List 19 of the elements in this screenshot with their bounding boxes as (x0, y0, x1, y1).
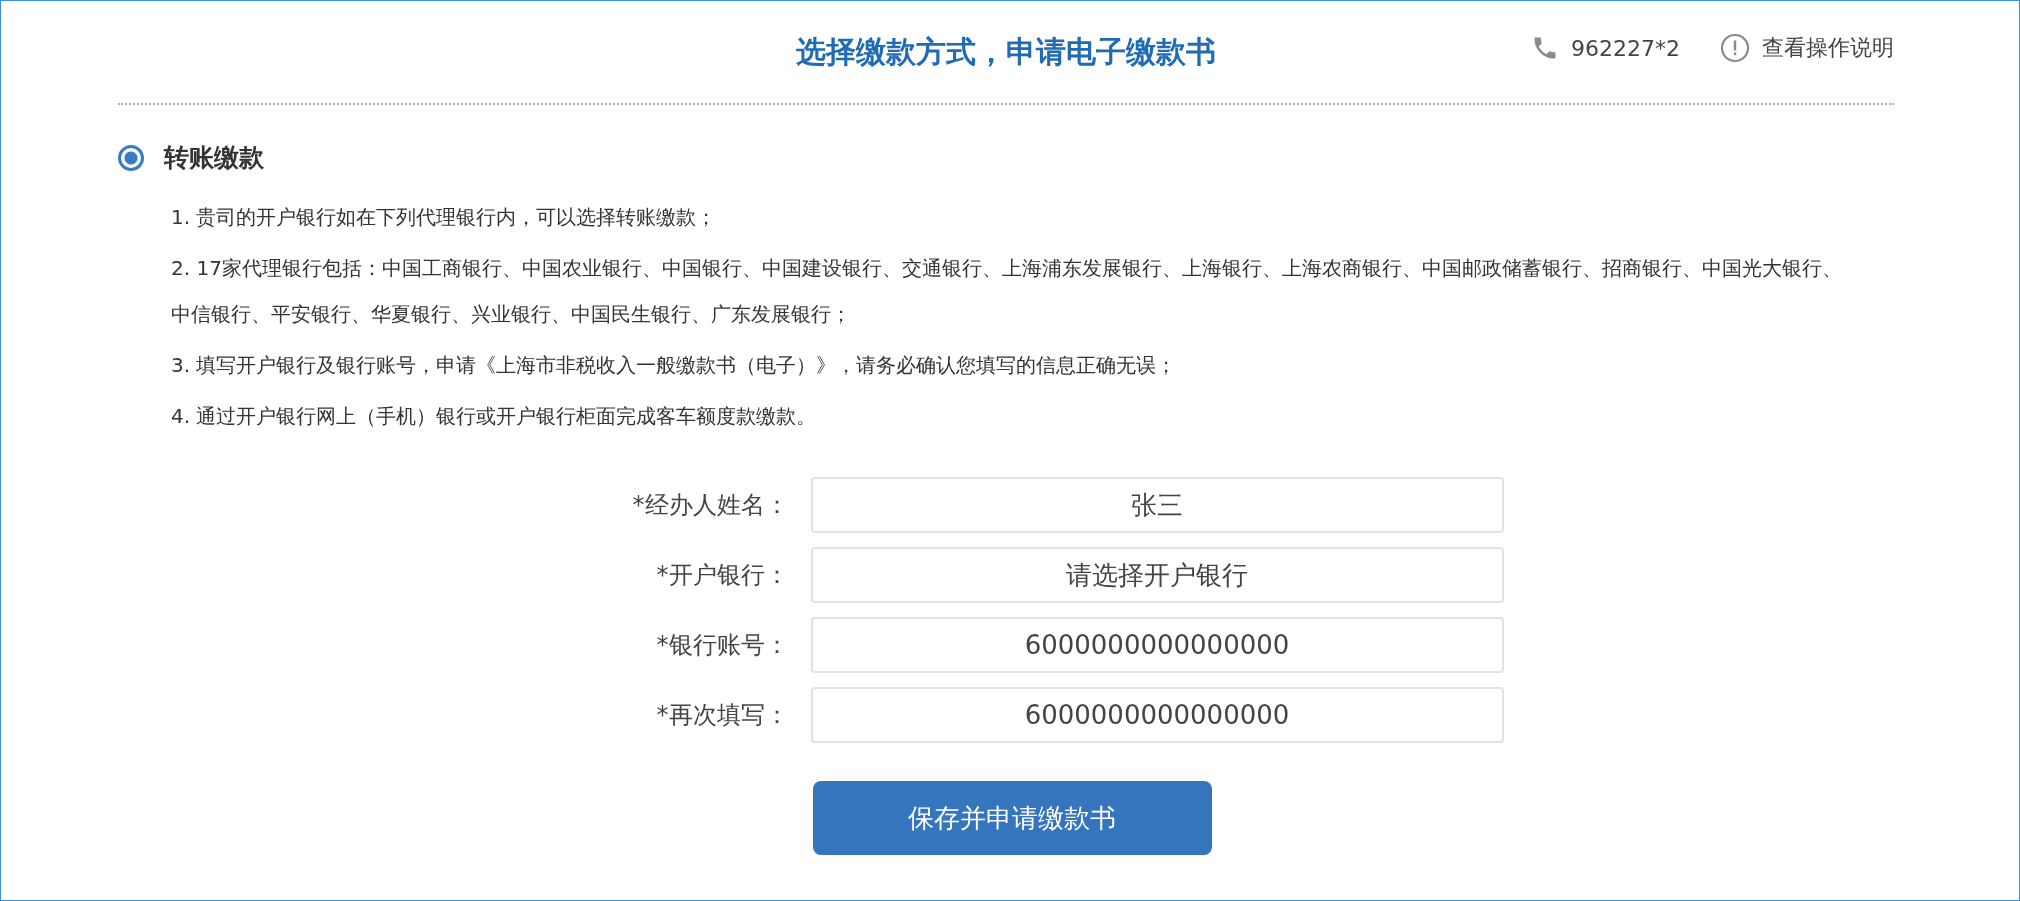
radio-button[interactable] (118, 144, 144, 171)
info-icon (1720, 33, 1750, 63)
field-label: *银行账号： (655, 630, 789, 661)
help-link[interactable]: 查看操作说明 (1762, 33, 1894, 63)
field-label: *开户银行： (655, 560, 789, 591)
input-field[interactable]: 6000000000000000 (810, 617, 1504, 673)
field-label: *经办人姓名： (631, 490, 789, 521)
instruction-text: 2. 17家代理银行包括：中国工商银行、中国农业银行、中国银行、中国建设银行、交通银行、上海浦东发展银行、上海银行、上海农商银行、中国邮政储蓄银行、招商银行、中国光大银行、中信银行、平安银行、华夏银行、兴业银行、中国民生银行、广东发展银行； (171, 255, 1843, 328)
submit-button[interactable]: 保存并申请缴款书 (812, 781, 1212, 855)
instruction-text: 4. 通过开户银行网上（手机）银行或开户银行柜面完成客车额度款缴款。 (171, 403, 818, 430)
instruction-text: 3. 填写开户银行及银行账号，申请《上海市非税收入一般缴款书（电子）》，请务必确认您填写的信息正确无误； (171, 352, 1178, 379)
field-label: *再次填写： (655, 700, 789, 731)
option-label: 转账缴款 (164, 142, 264, 174)
bank-select-field[interactable]: 请选择开户银行 (810, 547, 1504, 603)
input-field[interactable]: 6000000000000000 (810, 687, 1504, 743)
input-field[interactable]: 张三 (810, 477, 1504, 533)
phone-number: 962227*2 (1571, 35, 1680, 61)
page-title: 选择缴款方式，申请电子缴款书 (796, 32, 1216, 71)
instruction-text: 1. 贵司的开户银行如在下列代理银行内，可以选择转账缴款； (171, 204, 718, 231)
